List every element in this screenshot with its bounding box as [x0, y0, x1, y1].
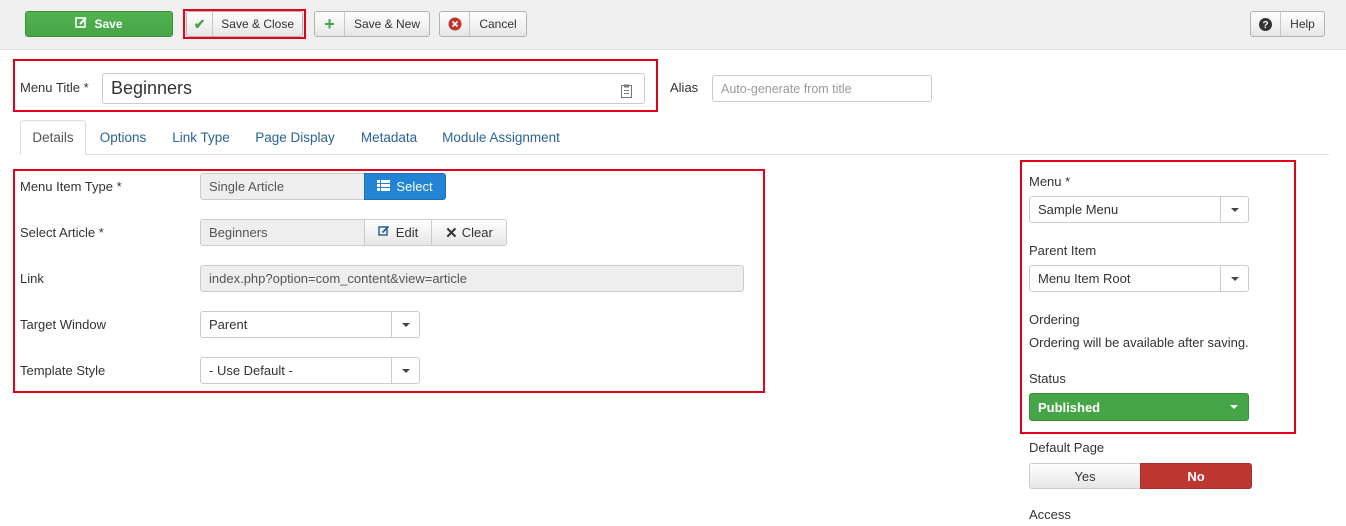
template-style-value: - Use Default -: [209, 363, 293, 378]
close-icon: ✕: [445, 224, 458, 242]
ordering-label: Ordering: [1029, 312, 1080, 327]
tab-link-type[interactable]: Link Type: [164, 120, 238, 155]
list-icon: [377, 179, 391, 194]
tab-link-type-label: Link Type: [172, 130, 230, 145]
default-page-no-button[interactable]: No: [1140, 463, 1252, 489]
cancel-button[interactable]: Cancel: [439, 11, 527, 37]
save-button[interactable]: Save: [25, 11, 173, 37]
menu-item-type-value: Single Article: [209, 179, 285, 194]
tab-options[interactable]: Options: [92, 120, 154, 155]
cancel-label: Cancel: [479, 17, 517, 31]
link-field: index.php?option=com_content&view=articl…: [200, 265, 744, 292]
tab-page-display-label: Page Display: [255, 130, 335, 145]
select-article-field: Beginners: [200, 219, 366, 246]
chevron-down-icon: [391, 358, 419, 383]
link-value: index.php?option=com_content&view=articl…: [209, 271, 468, 286]
save-new-button[interactable]: + Save & New: [314, 11, 430, 37]
edit-article-button[interactable]: Edit: [364, 219, 432, 246]
select-article-value: Beginners: [209, 225, 268, 240]
menu-item-type-label: Menu Item Type *: [20, 179, 122, 194]
target-window-value: Parent: [209, 317, 248, 332]
menu-value: Sample Menu: [1038, 202, 1119, 217]
tab-module-assignment[interactable]: Module Assignment: [436, 120, 566, 155]
template-style-select[interactable]: - Use Default -: [200, 357, 420, 384]
alias-input[interactable]: Auto-generate from title: [712, 75, 932, 102]
parent-item-value: Menu Item Root: [1038, 271, 1131, 286]
alias-placeholder: Auto-generate from title: [721, 81, 852, 96]
default-page-yes-button[interactable]: Yes: [1029, 463, 1141, 489]
menu-select[interactable]: Sample Menu: [1029, 196, 1249, 223]
chevron-down-icon: [1220, 197, 1248, 222]
edit-article-label: Edit: [395, 225, 419, 240]
help-label: Help: [1290, 17, 1315, 31]
status-value: Published: [1038, 399, 1101, 415]
alias-label: Alias: [670, 80, 699, 95]
clear-article-label: Clear: [461, 225, 493, 240]
edit-icon: [75, 16, 88, 32]
tab-metadata-label: Metadata: [360, 130, 418, 145]
highlight-save-close: [183, 9, 306, 39]
tab-metadata[interactable]: Metadata: [352, 120, 426, 155]
plus-icon: +: [315, 12, 345, 36]
menu-title-value: Beginners: [111, 78, 193, 98]
default-page-label: Default Page: [1029, 440, 1105, 455]
help-button[interactable]: ? Help: [1250, 11, 1325, 37]
question-icon: ?: [1251, 12, 1281, 36]
parent-item-select[interactable]: Menu Item Root: [1029, 265, 1249, 292]
select-article-label: Select Article *: [20, 225, 104, 240]
tab-module-assignment-label: Module Assignment: [442, 130, 560, 145]
default-page-yes-label: Yes: [1074, 468, 1096, 484]
select-type-button[interactable]: Select: [364, 173, 446, 200]
save-new-label: Save & New: [353, 17, 421, 31]
target-window-select[interactable]: Parent: [200, 311, 420, 338]
parent-item-label: Parent Item: [1029, 243, 1097, 258]
chevron-down-icon: [1220, 266, 1248, 291]
target-window-label: Target Window: [20, 317, 106, 332]
clear-article-button[interactable]: ✕ Clear: [431, 219, 507, 246]
menu-label: Menu *: [1029, 174, 1071, 189]
tab-details[interactable]: Details: [20, 120, 86, 155]
select-type-label: Select: [396, 179, 433, 194]
status-select[interactable]: Published: [1029, 393, 1249, 421]
cancel-icon: [440, 12, 470, 36]
tab-page-display[interactable]: Page Display: [248, 120, 342, 155]
edit-icon: [378, 225, 390, 240]
status-label: Status: [1029, 371, 1066, 386]
ordering-note: Ordering will be available after saving.: [1029, 335, 1249, 350]
chevron-down-icon: [1220, 394, 1248, 420]
menu-title-input[interactable]: Beginners: [102, 73, 645, 104]
template-style-label: Template Style: [20, 363, 106, 378]
save-label: Save: [94, 17, 123, 31]
default-page-no-label: No: [1187, 468, 1205, 484]
link-label: Link: [20, 271, 44, 286]
access-label: Access: [1029, 507, 1071, 522]
chevron-down-icon: [391, 312, 419, 337]
clipboard-icon: [621, 82, 632, 103]
svg-text:?: ?: [1262, 20, 1268, 31]
tab-details-label: Details: [32, 130, 74, 145]
menu-title-label: Menu Title *: [20, 80, 89, 95]
tab-options-label: Options: [99, 130, 147, 145]
menu-item-type-field: Single Article: [200, 173, 366, 200]
